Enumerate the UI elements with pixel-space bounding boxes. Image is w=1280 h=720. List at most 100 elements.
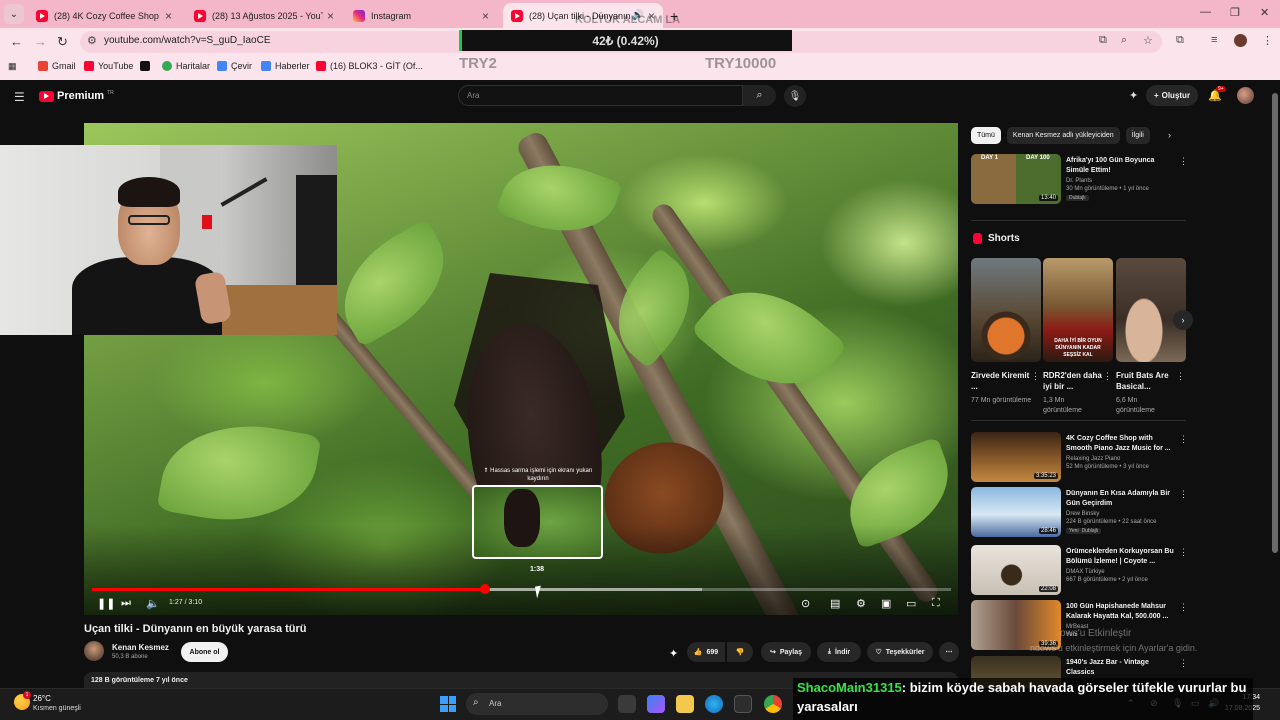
channel-name[interactable]: Dr. Plants: [1066, 178, 1092, 184]
dislike-button[interactable]: 👎: [727, 642, 753, 662]
video-thumbnail[interactable]: 3:35:23: [971, 432, 1061, 482]
maximize-icon[interactable]: ❐: [1230, 6, 1240, 19]
more-vertical-icon[interactable]: ⋮: [1103, 371, 1112, 382]
short-thumbnail[interactable]: [971, 258, 1041, 362]
chip-related[interactable]: İlgili: [1125, 127, 1150, 144]
profile-avatar-icon[interactable]: [1234, 34, 1247, 47]
create-button[interactable]: + Oluştur: [1146, 85, 1198, 106]
short-item[interactable]: DAHA İYİ BİR OYUN DÜNYANIN KADAR SEŞSİZ …: [1043, 258, 1113, 416]
search-button[interactable]: ⌕: [743, 85, 776, 106]
voice-search-button[interactable]: 🎙: [784, 85, 806, 107]
short-item[interactable]: Zirvede Kiremit ... 77 Mn görüntüleme ⋮: [971, 258, 1041, 406]
subtitles-icon[interactable]: ▤: [830, 597, 840, 610]
reload-icon[interactable]: ↻: [57, 34, 68, 50]
tab-close-icon[interactable]: ×: [327, 9, 334, 23]
weather-description[interactable]: Kısmen güneşli: [33, 705, 81, 712]
site-info-icon[interactable]: ⚙: [87, 34, 97, 47]
short-title[interactable]: RDR2'den daha iyi bir ...: [1043, 370, 1105, 392]
more-vertical-icon[interactable]: ⋮: [1179, 156, 1188, 167]
minimize-icon[interactable]: —: [1200, 6, 1211, 18]
more-vertical-icon[interactable]: ⋮: [1179, 489, 1188, 500]
reading-list-icon[interactable]: ≡: [1211, 34, 1217, 46]
video-title[interactable]: Örümceklerden Korkuyorsan Bu Bölümü İzle…: [1066, 547, 1174, 567]
account-avatar[interactable]: [1237, 87, 1254, 104]
more-vertical-icon[interactable]: ⋮: [1179, 658, 1186, 669]
video-title[interactable]: 4K Cozy Coffee Shop with Smooth Piano Ja…: [1066, 434, 1174, 454]
video-title[interactable]: Dünyanın En Kısa Adamıyla Bir Gün Geçird…: [1066, 489, 1174, 509]
bookmark-haberler[interactable]: Haberler: [261, 61, 310, 71]
next-icon[interactable]: ⏭: [121, 597, 131, 610]
edge-browser-icon[interactable]: [705, 695, 723, 713]
url-text[interactable]: youtube.com/watch?v=S_guD_IaoCE: [104, 35, 271, 46]
shorts-next-button[interactable]: ›: [1173, 310, 1193, 330]
more-actions-button[interactable]: ⋯: [939, 642, 959, 662]
more-vertical-icon[interactable]: ⋮: [1176, 371, 1185, 382]
miniplayer-icon[interactable]: ▣: [881, 597, 891, 610]
microsoft-store-icon[interactable]: [734, 695, 752, 713]
weather-temperature[interactable]: 26°C: [33, 694, 51, 703]
chrome-menu-icon[interactable]: ⋮: [1262, 34, 1273, 47]
short-item[interactable]: Fruit Bats Are Basical... 6,6 Mn görüntü…: [1116, 258, 1186, 416]
related-video-item[interactable]: DAY 1 DAY 100 13:40 Afrika'yı 100 Gün Bo…: [971, 154, 1188, 204]
thanks-button[interactable]: ♡ Teşekkürler: [867, 642, 933, 662]
theater-mode-icon[interactable]: ▭: [906, 597, 916, 610]
scrubber-handle[interactable]: [479, 584, 490, 594]
progress-bar[interactable]: [92, 584, 951, 594]
tab-13-agustos[interactable]: (28) 13 Ağustos 2025 - YouTub ×: [186, 3, 342, 28]
file-explorer-icon[interactable]: [676, 695, 694, 713]
chip-all[interactable]: Tümü: [971, 127, 1001, 144]
bookmark-youtube[interactable]: YouTube: [84, 61, 133, 71]
video-title[interactable]: 1940's Jazz Bar - Vintage Classics: [1066, 658, 1174, 678]
volume-icon[interactable]: 🔈: [146, 597, 160, 610]
share-button[interactable]: ↪ Paylaş: [761, 642, 811, 662]
task-view-icon[interactable]: [618, 695, 636, 713]
extensions-icon[interactable]: ⧉: [1176, 34, 1184, 47]
taskbar-search-box[interactable]: [466, 693, 608, 715]
bookmark-x[interactable]: [140, 61, 150, 71]
short-thumbnail[interactable]: DAHA İYİ BİR OYUN DÜNYANIN KADAR SEŞSİZ …: [1043, 258, 1113, 362]
channel-name[interactable]: Drew Binsky: [1066, 511, 1099, 517]
video-title[interactable]: 100 Gün Hapishanede Mahsur Kalarak Hayat…: [1066, 602, 1174, 622]
autoplay-toggle-icon[interactable]: ⊙: [801, 597, 810, 610]
windows-start-icon[interactable]: [440, 696, 456, 712]
zoom-icon[interactable]: ⌕: [1121, 34, 1127, 47]
channel-name[interactable]: Kenan Kesmez: [112, 643, 169, 652]
more-vertical-icon[interactable]: ⋮: [1031, 371, 1040, 382]
tab-search-icon[interactable]: ⌄: [4, 4, 24, 24]
bookmark-gmail[interactable]: Gmail: [38, 61, 76, 71]
short-title[interactable]: Zirvede Kiremit ...: [971, 370, 1033, 392]
chevron-right-icon[interactable]: ›: [1168, 130, 1171, 140]
install-app-icon[interactable]: ⧉: [1099, 34, 1107, 47]
video-title[interactable]: Afrika'yı 100 Gün Boyunca Simüle Ettim!: [1066, 156, 1174, 176]
bookmark-cevir[interactable]: Çevir: [217, 61, 252, 71]
pause-icon[interactable]: ❚❚: [97, 597, 115, 610]
subscribe-button[interactable]: Abone ol: [181, 642, 228, 662]
bookmark-star-icon[interactable]: ☆: [1143, 34, 1153, 47]
bookmark-haritalar[interactable]: Haritalar: [162, 61, 210, 71]
back-icon[interactable]: ←: [10, 34, 23, 49]
more-vertical-icon[interactable]: ⋮: [1179, 547, 1188, 558]
ai-sparkle-icon[interactable]: ✦: [669, 647, 678, 660]
related-video-item[interactable]: 22:08 Örümceklerden Korkuyorsan Bu Bölüm…: [971, 545, 1188, 595]
more-vertical-icon[interactable]: ⋮: [1179, 602, 1188, 613]
related-video-item[interactable]: 28:46 Dünyanın En Kısa Adamıyla Bir Gün …: [971, 487, 1188, 537]
settings-gear-icon[interactable]: ⚙: [856, 597, 866, 610]
channel-name[interactable]: Relaxing Jazz Piano: [1066, 456, 1120, 462]
forward-icon[interactable]: →: [34, 34, 47, 49]
channel-avatar[interactable]: [84, 641, 104, 661]
video-thumbnail[interactable]: DAY 1 DAY 100 13:40: [971, 154, 1061, 204]
chrome-icon[interactable]: [764, 695, 782, 713]
fullscreen-icon[interactable]: ⛶: [932, 597, 940, 610]
copilot-icon[interactable]: [647, 695, 665, 713]
channel-name[interactable]: DMAX Türkiye: [1066, 569, 1105, 575]
bookmark-blok3[interactable]: (16) BLOK3 - GİT (Of...: [316, 61, 423, 71]
more-vertical-icon[interactable]: ⋮: [1179, 434, 1188, 445]
video-thumbnail[interactable]: 22:08: [971, 545, 1061, 595]
short-title[interactable]: Fruit Bats Are Basical...: [1116, 370, 1178, 392]
tab-close-icon[interactable]: ×: [165, 9, 172, 23]
tab-coffee-shop[interactable]: (28) 4K Cozy Coffee Shop with ×: [28, 3, 180, 28]
apps-icon[interactable]: ▦: [8, 61, 17, 72]
video-thumbnail[interactable]: 28:46: [971, 487, 1061, 537]
like-button[interactable]: 👍 699: [687, 642, 725, 662]
cast-icon[interactable]: ✦: [1129, 89, 1138, 102]
